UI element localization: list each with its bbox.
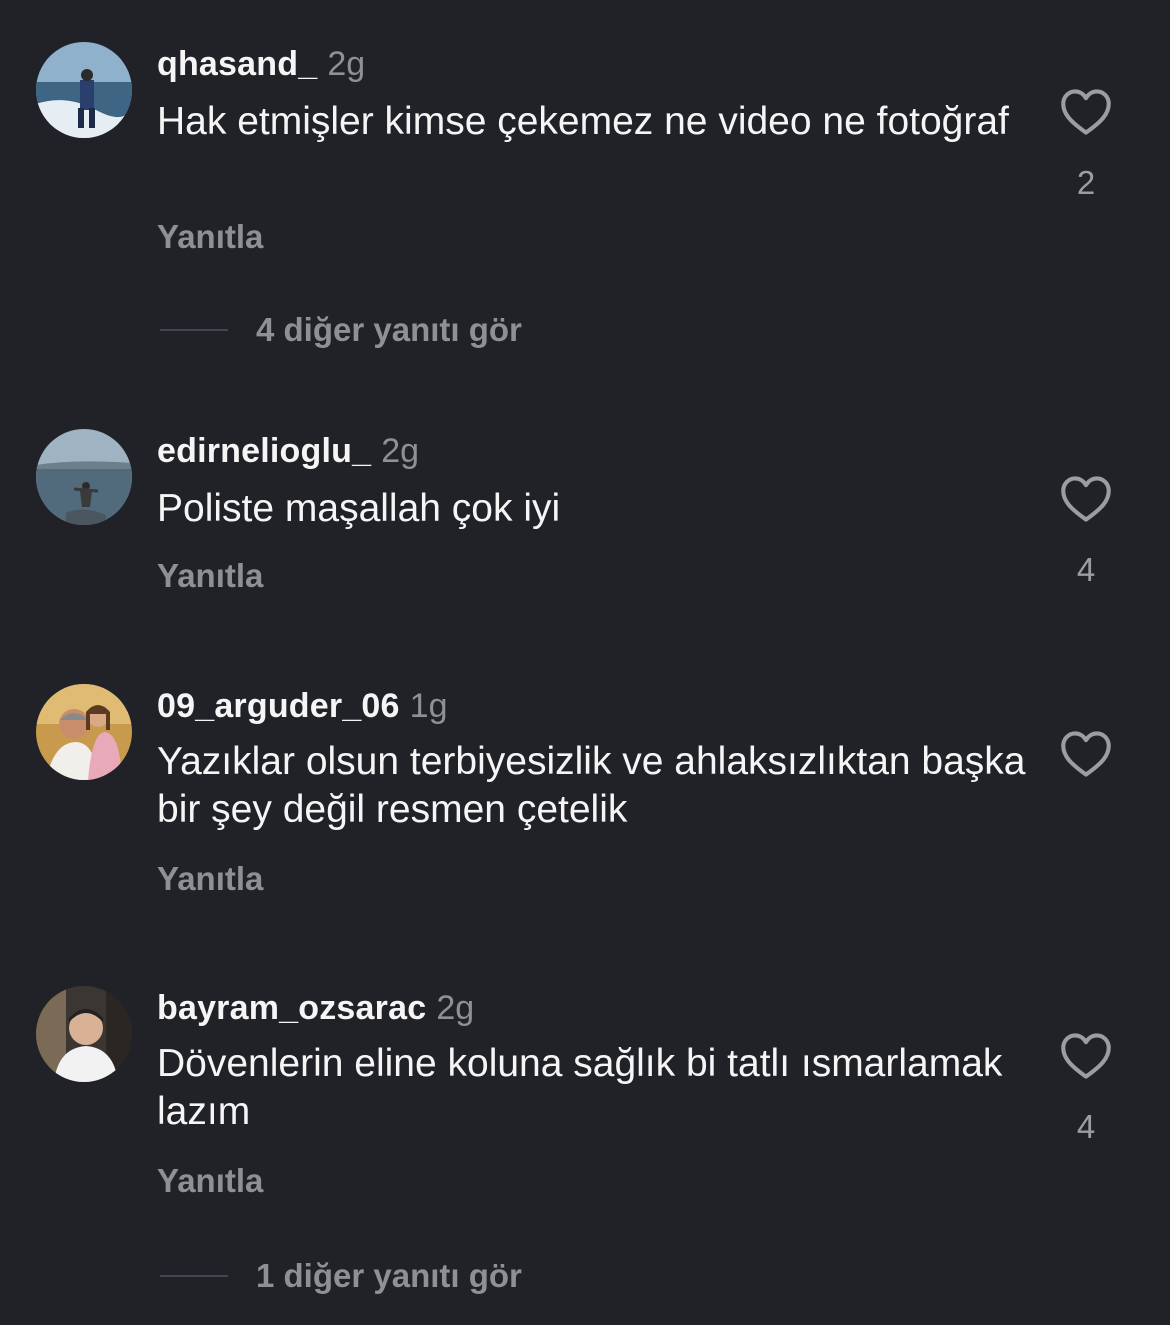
timestamp: 2g bbox=[327, 45, 366, 83]
heart-outline-icon[interactable] bbox=[1060, 1032, 1112, 1080]
username[interactable]: edirnelioglu_ bbox=[157, 432, 371, 470]
view-more-replies[interactable]: 4 diğer yanıtı gör bbox=[160, 310, 522, 350]
like-count: 4 bbox=[1076, 1108, 1096, 1145]
view-more-label[interactable]: 4 diğer yanıtı gör bbox=[256, 311, 522, 349]
comment-meta: qhasand_ 2g bbox=[157, 44, 365, 84]
view-more-label[interactable]: 1 diğer yanıtı gör bbox=[256, 1257, 522, 1295]
heart-outline-icon[interactable] bbox=[1060, 475, 1112, 523]
divider bbox=[160, 1275, 228, 1277]
reply-button[interactable]: Yanıtla bbox=[157, 557, 263, 595]
heart-outline-icon[interactable] bbox=[1060, 88, 1112, 136]
avatar[interactable] bbox=[36, 42, 132, 138]
like-count: 2 bbox=[1076, 164, 1096, 201]
comment-text: Dövenlerin eline koluna sağlık bi tatlı … bbox=[157, 1042, 1003, 1133]
comment-meta: edirnelioglu_ 2g bbox=[157, 431, 419, 471]
comment-text: Poliste maşallah çok iyi bbox=[157, 487, 561, 530]
heart-outline-icon[interactable] bbox=[1060, 730, 1112, 778]
comment-meta: bayram_ozsarac 2g bbox=[157, 988, 474, 1028]
reply-button[interactable]: Yanıtla bbox=[157, 1162, 263, 1200]
timestamp: 1g bbox=[409, 687, 448, 725]
timestamp: 2g bbox=[381, 432, 420, 470]
username[interactable]: 09_arguder_06 bbox=[157, 687, 400, 725]
timestamp: 2g bbox=[436, 989, 475, 1027]
comment-text: Yazıklar olsun terbiyesizlik ve ahlaksız… bbox=[157, 740, 1026, 831]
comment-meta: 09_arguder_06 1g bbox=[157, 686, 447, 726]
comment-text: Hak etmişler kimse çekemez ne video ne f… bbox=[157, 100, 1009, 143]
reply-button[interactable]: Yanıtla bbox=[157, 860, 263, 898]
avatar[interactable] bbox=[36, 986, 132, 1082]
reply-button[interactable]: Yanıtla bbox=[157, 218, 263, 256]
view-more-replies[interactable]: 1 diğer yanıtı gör bbox=[160, 1256, 522, 1296]
username[interactable]: bayram_ozsarac bbox=[157, 989, 426, 1027]
like-count: 4 bbox=[1076, 551, 1096, 588]
avatar[interactable] bbox=[36, 429, 132, 525]
username[interactable]: qhasand_ bbox=[157, 45, 317, 83]
avatar[interactable] bbox=[36, 684, 132, 780]
divider bbox=[160, 329, 228, 331]
